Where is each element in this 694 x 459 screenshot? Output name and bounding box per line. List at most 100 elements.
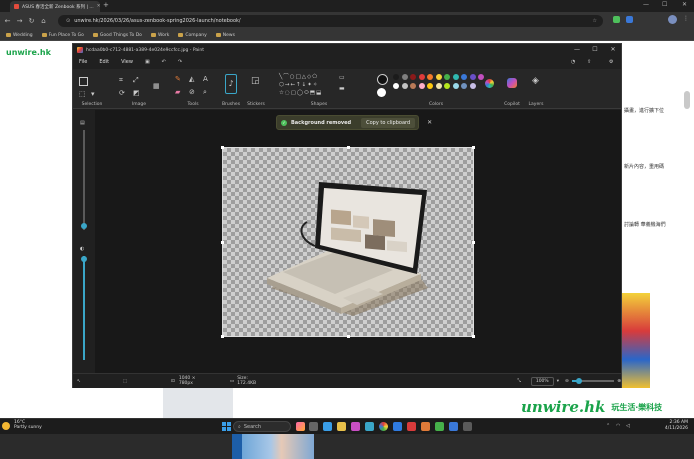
outlook-icon[interactable] — [393, 422, 402, 431]
zoom-dropdown-icon[interactable]: ▾ — [557, 379, 559, 384]
store-icon[interactable] — [365, 422, 374, 431]
address-bar[interactable]: ⊙ unwire.hk/2026/03/26/asus-zenbook-spri… — [58, 15, 603, 27]
fill-icon[interactable]: ▬ — [339, 85, 345, 92]
taskbar-clock[interactable]: 2:36 AM 4/11/2026 — [640, 420, 688, 432]
share-icon[interactable]: ⇪ — [587, 59, 591, 65]
bookmark-work[interactable]: Work — [150, 33, 169, 38]
bookmark-fun-place[interactable]: Fun Place To Go — [41, 33, 84, 38]
zoom-out-icon[interactable]: ⊖ — [565, 379, 569, 384]
color-swatch[interactable] — [435, 83, 442, 89]
color-swatch[interactable] — [427, 83, 433, 89]
select-tool-icon[interactable]: ⬚ — [79, 91, 86, 98]
footer-logo[interactable]: unwire.hk — [521, 398, 605, 416]
app-icon-3[interactable] — [449, 422, 458, 431]
resize-handle[interactable] — [347, 146, 350, 149]
site-logo[interactable]: unwire.hk — [6, 48, 51, 57]
resize-handle[interactable] — [472, 146, 475, 149]
browser-tab[interactable]: ASUS 春活全新 Zenbook 系列 | ... ✕ — [10, 1, 100, 12]
menu-edit[interactable]: Edit — [99, 59, 109, 65]
tray-chevron-icon[interactable]: ⌃ — [606, 423, 610, 429]
teams-icon[interactable] — [351, 422, 360, 431]
task-view-icon[interactable] — [309, 422, 318, 431]
color-swatch[interactable] — [461, 83, 467, 89]
color-swatch[interactable] — [410, 74, 416, 80]
close-browser-icon[interactable]: ✕ — [682, 1, 687, 8]
redo-icon[interactable]: ↷ — [178, 59, 182, 65]
sticker-icon[interactable]: ◲ — [251, 77, 260, 86]
copilot-icon[interactable] — [507, 78, 517, 88]
resize-handle[interactable] — [472, 335, 475, 338]
account-icon[interactable]: ◔ — [571, 59, 575, 65]
fill-bucket-icon[interactable]: ◭ — [189, 76, 194, 83]
article-photo[interactable] — [163, 388, 233, 418]
color-swatch[interactable] — [461, 74, 467, 80]
page-scrollbar[interactable] — [684, 91, 690, 109]
color-swatch[interactable] — [401, 83, 408, 89]
file-explorer-icon[interactable] — [337, 422, 346, 431]
close-icon[interactable]: ✕ — [605, 44, 621, 56]
site-info-icon[interactable]: ⊙ — [66, 18, 70, 24]
color-swatch[interactable] — [401, 74, 408, 80]
resize-handle[interactable] — [221, 146, 224, 149]
volume-icon[interactable]: ◁ — [626, 423, 630, 429]
toast-close-icon[interactable]: ✕ — [427, 119, 432, 126]
brush-icon[interactable]: ♪ — [225, 74, 237, 94]
app-icon-2[interactable] — [435, 422, 444, 431]
secondary-color-swatch[interactable] — [377, 88, 386, 97]
resize-handle[interactable] — [347, 335, 350, 338]
resize-handle[interactable] — [221, 241, 224, 244]
eraser-icon[interactable]: ▰ — [175, 89, 180, 96]
tab-close-icon[interactable]: ✕ — [97, 4, 100, 9]
new-tab-icon[interactable]: + — [103, 1, 109, 9]
resize-icon[interactable]: ⤢ — [133, 77, 139, 84]
color-swatch[interactable] — [435, 74, 442, 80]
undo-icon[interactable]: ↶ — [162, 59, 166, 65]
resize-handle[interactable] — [221, 335, 224, 338]
ad-banner[interactable] — [622, 293, 650, 388]
windows-start-icon[interactable] — [222, 422, 231, 431]
zoom-level[interactable]: 100% — [530, 376, 554, 386]
color-swatch[interactable] — [393, 74, 399, 80]
color-swatch[interactable] — [418, 74, 425, 80]
crop-icon[interactable]: ⌗ — [119, 77, 123, 84]
edit-colors-icon[interactable] — [485, 79, 494, 88]
select-rectangle-icon[interactable] — [79, 77, 88, 86]
minimize-browser-icon[interactable]: — — [643, 1, 649, 8]
menu-view[interactable]: View — [121, 59, 133, 65]
background-removal-icon[interactable]: ◩ — [133, 90, 140, 97]
minimize-icon[interactable]: — — [569, 44, 585, 56]
select-dropdown-icon[interactable]: ▾ — [91, 91, 95, 98]
fit-to-window-icon[interactable]: ⤡ — [517, 378, 521, 384]
chrome-icon[interactable] — [379, 422, 388, 431]
zoom-in-icon[interactable]: ⊕ — [617, 379, 621, 384]
color-swatch[interactable] — [469, 83, 476, 89]
shape-gallery[interactable]: ╲⌒○□△◇⬠ ⬡→←↑↓✦✧ ☆◌▢◯⬭⬒⬓ — [279, 73, 337, 97]
resize-handle[interactable] — [472, 241, 475, 244]
back-icon[interactable]: ← — [3, 17, 12, 26]
zoom-slider[interactable] — [571, 378, 615, 384]
pencil-icon[interactable]: ✎ — [175, 76, 181, 83]
app-icon[interactable] — [407, 422, 416, 431]
bookmark-good-things[interactable]: Good Things To Do — [92, 33, 142, 38]
primary-color-swatch[interactable] — [377, 74, 388, 85]
settings-gear-icon[interactable]: ⚙ — [609, 59, 613, 65]
opacity-slider-thumb[interactable] — [81, 256, 87, 262]
size-slider-thumb[interactable] — [81, 223, 87, 229]
forward-icon[interactable]: → — [15, 17, 24, 26]
bookmark-wedding[interactable]: Wedding — [6, 33, 33, 38]
extension-icon[interactable] — [613, 16, 620, 23]
edge-icon[interactable] — [323, 422, 332, 431]
menu-file[interactable]: File — [79, 59, 87, 65]
color-swatch[interactable] — [469, 74, 476, 80]
color-swatch[interactable] — [393, 83, 399, 89]
image-options-icon[interactable]: ▦ — [153, 83, 160, 90]
taskbar-widget-icon[interactable] — [296, 422, 305, 431]
text-tool-icon[interactable]: A — [203, 76, 208, 83]
rotate-icon[interactable]: ⟳ — [119, 90, 125, 97]
color-swatch[interactable] — [418, 83, 425, 89]
layers-icon[interactable]: ◈ — [532, 77, 539, 86]
bookmark-news[interactable]: News — [215, 33, 235, 38]
extension-icon-2[interactable] — [626, 16, 633, 23]
bookmark-star-icon[interactable]: ☆ — [593, 18, 597, 24]
color-swatch[interactable] — [427, 74, 433, 80]
